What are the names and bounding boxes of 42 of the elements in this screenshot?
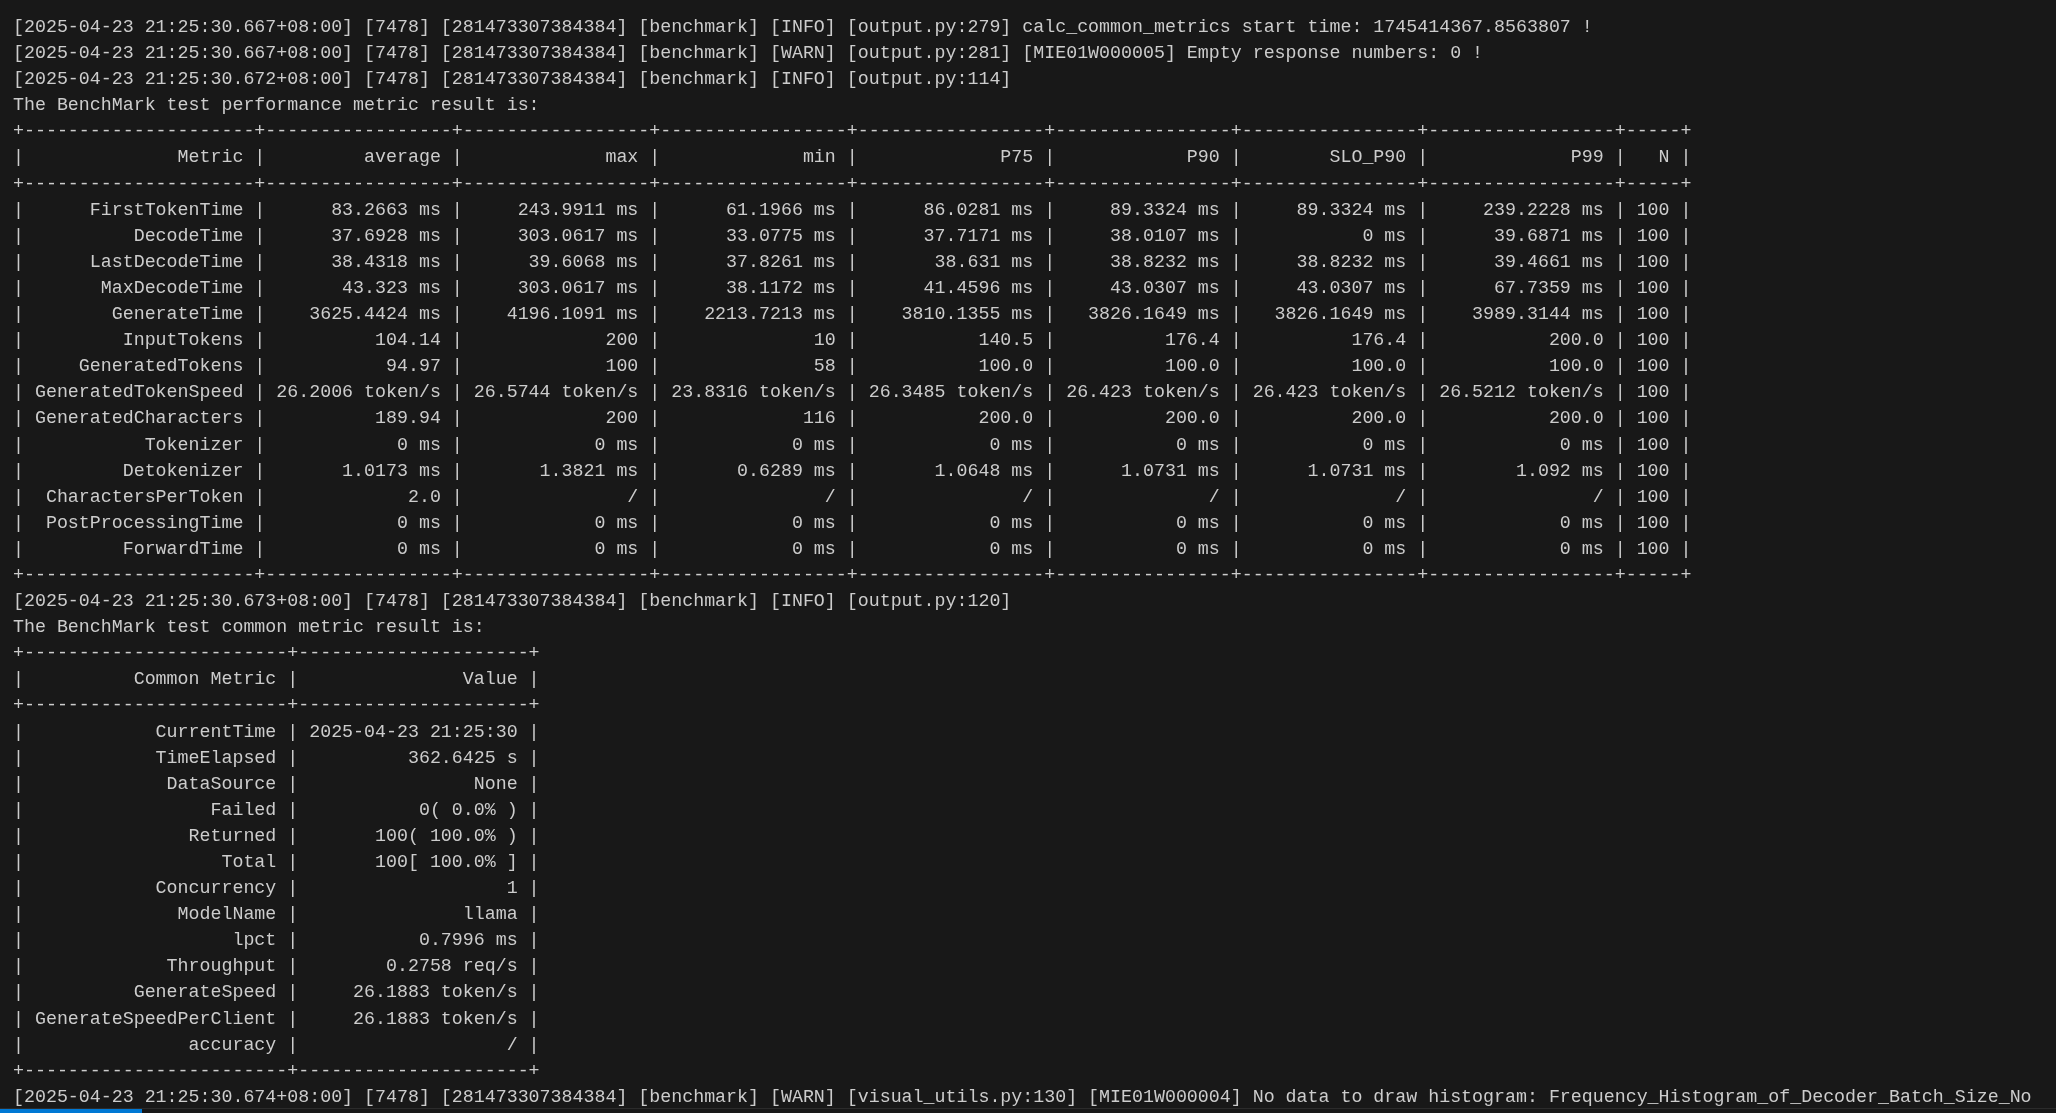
terminal-line: [2025-04-23 21:25:30.667+08:00] [7478] [281473307384384] [benchmark] [INFO] [output.py:279] calc_common_metrics start time: 1745414367.8563807 ! <box>13 16 1593 39</box>
terminal-line: | CurrentTime | 2025-04-23 21:25:30 | <box>13 720 540 744</box>
terminal-line: | lpct | 0.7996 ms | <box>13 929 540 953</box>
terminal-line: The BenchMark test common metric result is: <box>13 616 485 640</box>
terminal-line: +------------------------+---------------------+ <box>13 1059 540 1083</box>
terminal-line: +------------------------+---------------------+ <box>13 642 540 666</box>
terminal-line: | ModelName | llama | <box>13 903 540 927</box>
terminal-line: | Detokenizer | 1.0173 ms | 1.3821 ms | 0.6289 ms | 1.0648 ms | 1.0731 ms | 1.0731 ms | 1.092 ms | 100 | <box>13 459 1692 483</box>
terminal-line: +------------------------+---------------------+ <box>13 694 540 718</box>
terminal-line: [2025-04-23 21:25:30.674+08:00] [7478] [281473307384384] [benchmark] [WARN] [visual_utils.py:130] [MIE01W000004] No data to draw histogram: Frequency_Histogram_of_Decoder_Batch_Size_No <box>13 1085 2032 1109</box>
terminal-line: | ForwardTime | 0 ms | 0 ms | 0 ms | 0 ms | 0 ms | 0 ms | 0 ms | 100 | <box>13 537 1692 561</box>
terminal-line: | GenerateSpeedPerClient | 26.1883 token/s | <box>13 1007 540 1031</box>
terminal-line: The BenchMark test performance metric result is: <box>13 94 540 118</box>
terminal-line: | DataSource | None | <box>13 772 540 796</box>
terminal-line: | Total | 100[ 100.0% ] | <box>13 851 540 874</box>
terminal-line: +---------------------+-----------------+-----------------+-----------------+-----------------+----------------+----------------+-----------------+-----+ <box>13 172 1692 196</box>
terminal-line: | accuracy | / | <box>13 1033 540 1057</box>
terminal-line: | GenerateTime | 3625.4424 ms | 4196.1091 ms | 2213.7213 ms | 3810.1355 ms | 3826.1649 ms | 3826.1649 ms | 3989.3144 ms | 100 | <box>13 303 1692 327</box>
terminal-line: | GeneratedTokens | 94.97 | 100 | 58 | 100.0 | 100.0 | 100.0 | 100.0 | 100 | <box>13 355 1692 379</box>
terminal-line: [2025-04-23 21:25:30.673+08:00] [7478] [281473307384384] [benchmark] [INFO] [output.py:120] <box>13 590 1012 614</box>
terminal-line: | TimeElapsed | 362.6425 s | <box>13 746 540 770</box>
terminal-line: | Metric | average | max | min | P75 | P90 | SLO_P90 | P99 | N | <box>13 146 1692 170</box>
terminal-line: | PostProcessingTime | 0 ms | 0 ms | 0 ms | 0 ms | 0 ms | 0 ms | 0 ms | 100 | <box>13 511 1692 535</box>
terminal-line: | Concurrency | 1 | <box>13 877 540 901</box>
terminal-line: [2025-04-23 21:25:30.667+08:00] [7478] [281473307384384] [benchmark] [WARN] [output.py:281] [MIE01W000005] Empty response numbers: 0 ! <box>13 42 1484 66</box>
terminal-line: +---------------------+-----------------+-----------------+-----------------+-----------------+----------------+----------------+-----------------+-----+ <box>13 563 1692 587</box>
terminal-line: | Common Metric | Value | <box>13 668 540 692</box>
terminal-line: | Returned | 100( 100.0% ) | <box>13 824 540 848</box>
terminal-line: +---------------------+-----------------+-----------------+-----------------+-----------------+----------------+----------------+-----------------+-----+ <box>13 120 1692 144</box>
terminal-line: | FirstTokenTime | 83.2663 ms | 243.9911 ms | 61.1966 ms | 86.0281 ms | 89.3324 ms | 89.3324 ms | 239.2228 ms | 100 | <box>13 198 1692 222</box>
terminal-line: | InputTokens | 104.14 | 200 | 10 | 140.5 | 176.4 | 176.4 | 200.0 | 100 | <box>13 329 1692 353</box>
terminal-line: | Throughput | 0.2758 req/s | <box>13 955 540 979</box>
terminal-line: | Tokenizer | 0 ms | 0 ms | 0 ms | 0 ms | 0 ms | 0 ms | 0 ms | 100 | <box>13 433 1692 457</box>
terminal-line: | Failed | 0( 0.0% ) | <box>13 798 540 822</box>
terminal-line: | GeneratedCharacters | 189.94 | 200 | 116 | 200.0 | 200.0 | 200.0 | 200.0 | 100 | <box>13 407 1692 431</box>
terminal-line: | DecodeTime | 37.6928 ms | 303.0617 ms | 33.0775 ms | 37.7171 ms | 38.0107 ms | 0 ms | 39.6871 ms | 100 | <box>13 224 1692 248</box>
terminal-line: | GeneratedTokenSpeed | 26.2006 token/s | 26.5744 token/s | 23.8316 token/s | 26.3485 token/s | 26.423 token/s | 26.423 token/s | 26.5212 token/s | 100 | <box>13 381 1692 405</box>
terminal-line: | MaxDecodeTime | 43.323 ms | 303.0617 ms | 38.1172 ms | 41.4596 ms | 43.0307 ms | 43.0307 ms | 67.7359 ms | 100 | <box>13 276 1692 300</box>
terminal-line: | GenerateSpeed | 26.1883 token/s | <box>13 981 540 1005</box>
terminal-line: [2025-04-23 21:25:30.672+08:00] [7478] [281473307384384] [benchmark] [INFO] [output.py:114] <box>13 68 1012 92</box>
terminal-line: | CharactersPerToken | 2.0 | / | / | / | / | / | / | 100 | <box>13 485 1692 509</box>
terminal-line: | LastDecodeTime | 38.4318 ms | 39.6068 ms | 37.8261 ms | 38.631 ms | 38.8232 ms | 38.8232 ms | 39.4661 ms | 100 | <box>13 250 1692 274</box>
